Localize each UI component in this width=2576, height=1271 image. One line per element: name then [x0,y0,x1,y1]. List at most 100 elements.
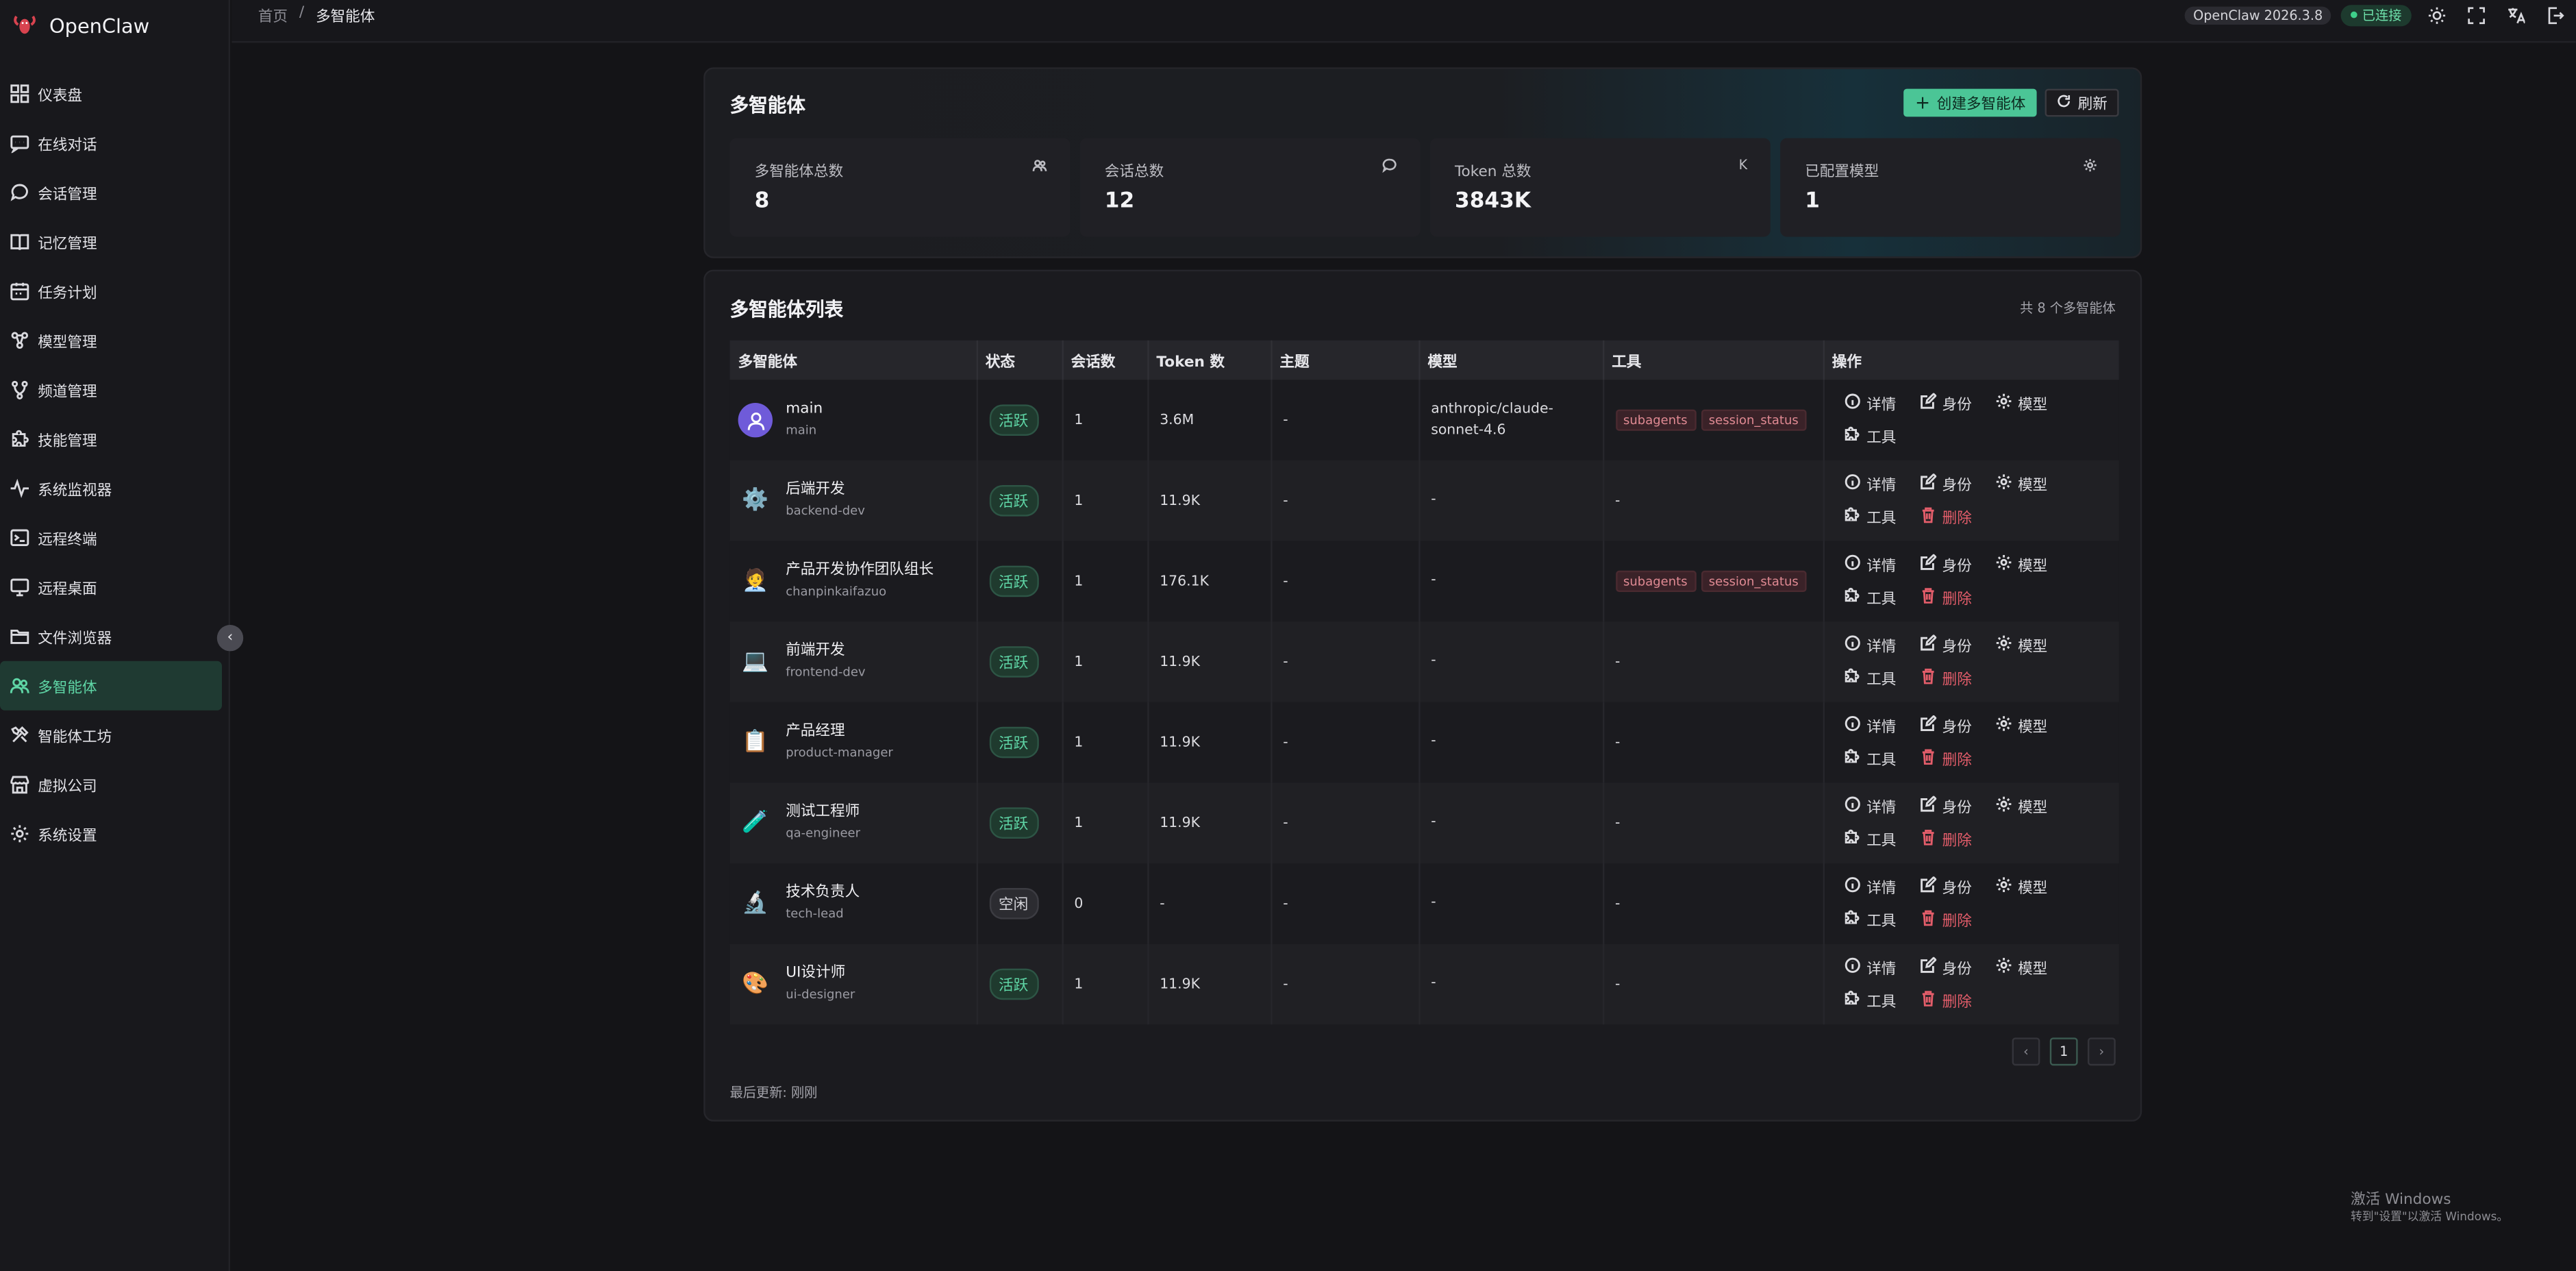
model-button[interactable]: 模型 [1994,554,2047,576]
sidebar-item-model[interactable]: 模型管理 [0,316,222,365]
sidebar-item-book[interactable]: 记忆管理 [0,217,222,267]
sidebar-item-calendar[interactable]: 任务计划 [0,267,222,316]
model-cell: - [1418,782,1604,863]
sidebar-item-dashboard[interactable]: 仪表盘 [0,69,222,119]
tokens-cell: 176.1K [1147,541,1272,622]
detail-button[interactable]: 详情 [1844,876,1896,898]
tools-button[interactable]: 工具 [1844,667,1896,689]
column-header-status[interactable]: 状态 [976,340,1063,380]
identity-button[interactable]: 身份 [1919,795,1972,817]
sidebar-item-folder[interactable]: 文件浏览器 [0,612,222,661]
theme-toggle-button[interactable] [2421,3,2451,27]
identity-button[interactable]: 身份 [1919,553,1972,576]
column-header-model[interactable]: 模型 [1418,340,1604,380]
app-logo[interactable]: OpenClaw [12,10,149,42]
table-row[interactable]: 🎨 UI设计师 ui-designer 活跃 1 11.9K - - - 详情 身份 模型 工具 删除 [729,943,2119,1025]
identity-button[interactable]: 身份 [1919,715,1972,737]
detail-button[interactable]: 详情 [1844,393,1896,415]
fullscreen-button[interactable] [2461,3,2490,27]
table-row[interactable]: 📋 产品经理 product-manager 活跃 1 11.9K - - - 详情 身份 模型 工具删… [729,702,2119,783]
logout-button[interactable] [2540,3,2569,27]
tools-button[interactable]: 工具 [1844,829,1896,850]
delete-button[interactable]: 删除 [1919,990,1972,1011]
sidebar-item-gear[interactable]: 系统设置 [0,809,222,859]
detail-button[interactable]: 详情 [1844,957,1896,978]
table-row[interactable]: 🧑‍💼 产品开发协作团队组长 chanpinkaifazuo 活跃 1 176.1K - - s… [729,541,2119,622]
tools-button[interactable]: 工具 [1844,990,1896,1011]
detail-button[interactable]: 详情 [1844,473,1896,495]
create-agent-button[interactable]: + 创建多智能体 [1903,88,2038,117]
identity-button[interactable]: 身份 [1919,473,1972,495]
model-button[interactable]: 模型 [1994,634,2047,656]
agent-name[interactable]: 测试工程师 [786,802,860,824]
agent-name[interactable]: UI设计师 [786,963,855,985]
delete-button[interactable]: 删除 [1919,667,1972,689]
column-header-agent[interactable]: 多智能体 [729,340,977,380]
detail-button[interactable]: 详情 [1844,715,1896,737]
tools-button[interactable]: 工具 [1844,909,1897,931]
edit-icon [1919,876,1936,898]
sidebar-item-chat[interactable]: 在线对话 [0,119,222,168]
detail-button[interactable]: 详情 [1844,634,1896,656]
column-header-tokens[interactable]: Token 数 [1147,340,1272,380]
table-row[interactable]: 🔬 技术负责人 tech-lead 空闲 0- - - - 详情 身份 模型 工具 删除 [729,863,2119,944]
column-header-topic[interactable]: 主题 [1271,340,1420,380]
model-button[interactable]: 模型 [1994,473,2047,495]
avatar: 📋 [738,725,773,759]
tools-button[interactable]: 工具 [1844,748,1896,769]
table-row[interactable]: main main 活跃 1 3.6M - anthropic/claude-sonnet-… [729,380,2119,460]
agent-name[interactable]: 技术负责人 [786,883,860,904]
table-row[interactable]: 💻 前端开发 frontend-dev 活跃 1 11.9K - - - 详情 身份 模型 工具 删除 [729,621,2119,702]
identity-button[interactable]: 身份 [1919,956,1972,978]
sidebar-item-terminal[interactable]: 远程终端 [0,513,222,563]
sidebar-item-pulse[interactable]: 系统监视器 [0,464,222,513]
delete-button[interactable]: 删除 [1919,506,1972,528]
agent-name[interactable]: 后端开发 [786,480,865,502]
sidebar-item-branch[interactable]: 频道管理 [0,365,222,415]
tools-label: 工具 [1866,914,1897,931]
identity-button[interactable]: 身份 [1919,634,1972,656]
agent-name[interactable]: 产品开发协作团队组长 [786,560,934,582]
delete-button[interactable]: 删除 [1919,748,1972,769]
agent-name[interactable]: main [786,399,823,421]
identity-button[interactable]: 身份 [1919,876,1972,898]
model-button[interactable]: 模型 [1994,876,2047,898]
model-button[interactable]: 模型 [1994,796,2047,817]
page-1-button[interactable]: 1 [2049,1037,2078,1066]
model-button[interactable]: 模型 [1994,393,2047,415]
tools-button[interactable]: 工具 [1844,587,1896,608]
breadcrumb-current: 多智能体 [315,10,375,27]
sidebar-item-store[interactable]: 虚拟公司 [0,760,222,809]
breadcrumb-home[interactable]: 首页 [258,5,288,26]
sidebar-item-tools[interactable]: 智能体工坊 [0,711,222,760]
detail-button[interactable]: 详情 [1844,796,1896,817]
tools-button[interactable]: 工具 [1844,426,1896,447]
model-button[interactable]: 模型 [1994,957,2047,978]
detail-button[interactable]: 详情 [1844,554,1896,576]
next-page-button[interactable]: › [2088,1037,2116,1066]
table-row[interactable]: ⚙️ 后端开发 backend-dev 活跃 1 11.9K - - - 详情 身份 模型 工具 删除 [729,460,2119,541]
model-button[interactable]: 模型 [1994,715,2047,737]
sidebar-item-sessions[interactable]: 会话管理 [0,168,222,217]
delete-button[interactable]: 删除 [1919,829,1972,850]
delete-button[interactable]: 删除 [1919,909,1972,930]
stat-configured-models: 已配置模型 1 [1780,138,2121,237]
tools-button[interactable]: 工具 [1844,506,1896,528]
table-row[interactable]: 🧪 测试工程师 qa-engineer 活跃 1 11.9K - - - 详情 身份 模型 工具 删除 [729,782,2119,863]
prev-page-button[interactable]: ‹ [2012,1037,2040,1066]
sidebar-item-users[interactable]: 多智能体 [0,661,222,711]
tokens-cell: 11.9K [1147,943,1272,1025]
agent-name[interactable]: 产品经理 [786,722,893,743]
delete-button[interactable]: 删除 [1919,587,1972,608]
sessions-cell: 1 [1062,943,1149,1025]
column-header-sessions[interactable]: 会话数 [1062,340,1149,380]
agent-name[interactable]: 前端开发 [786,641,865,663]
sidebar-item-puzzle[interactable]: 技能管理 [0,415,222,464]
language-button[interactable] [2500,3,2529,27]
refresh-button[interactable]: 刷新 [2044,88,2119,117]
token-k-icon: K [1738,158,1748,173]
collapse-sidebar-button[interactable]: ‹ [216,625,244,652]
identity-button[interactable]: 身份 [1919,392,1972,415]
column-header-tools[interactable]: 工具 [1603,340,1824,380]
sidebar-item-monitor[interactable]: 远程桌面 [0,563,222,612]
